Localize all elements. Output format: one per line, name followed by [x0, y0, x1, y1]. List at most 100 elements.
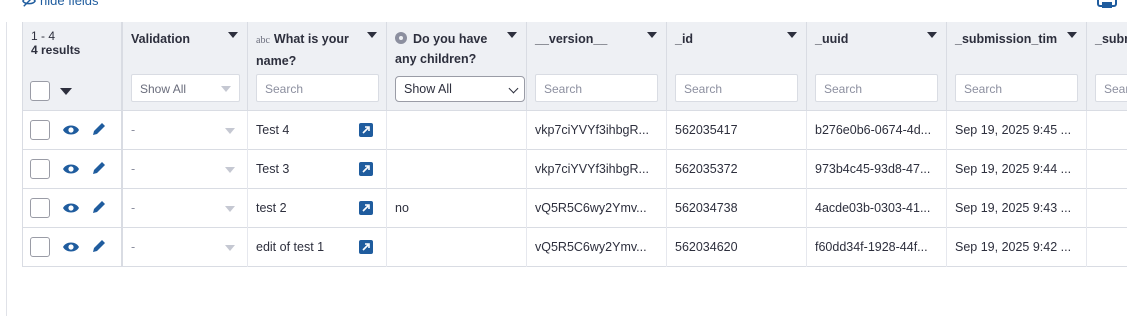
children-cell — [387, 111, 527, 150]
pencil-icon[interactable] — [91, 160, 107, 176]
open-link-icon[interactable] — [359, 201, 373, 215]
column-menu-chevron-down-icon[interactable] — [507, 32, 517, 38]
column-header-id[interactable]: _id Search — [667, 22, 807, 111]
children-cell — [387, 228, 527, 267]
radio-type-icon — [395, 32, 407, 44]
column-menu-chevron-down-icon[interactable] — [927, 32, 937, 38]
results-range: 1 - 4 — [31, 29, 56, 43]
row-checkbox[interactable] — [30, 237, 50, 257]
hide-fields-button[interactable]: hide fields — [22, 0, 99, 8]
children-cell: no — [387, 189, 527, 228]
open-link-icon[interactable] — [359, 162, 373, 176]
column-title-id: _id — [675, 32, 694, 46]
validation-cell[interactable]: - — [122, 228, 248, 267]
id-search-input[interactable]: Search — [675, 74, 798, 102]
bulk-actions-chevron-down-icon[interactable] — [60, 88, 72, 95]
chevron-down-icon — [225, 245, 235, 251]
chevron-down-icon — [508, 83, 519, 94]
toolbar: hide fields — [0, 0, 1127, 22]
version-search-input[interactable]: Search — [535, 74, 658, 102]
eye-icon[interactable] — [62, 240, 80, 254]
validation-filter-value: Show All — [140, 82, 187, 96]
version-cell: vQ5R5C6wy2Ymv... — [527, 189, 667, 228]
name-cell: edit of test 1 — [248, 228, 387, 267]
table-row: - edit of test 1 vQ5R5C6wy2Ymv... 562034… — [23, 228, 1127, 267]
row-checkbox[interactable] — [30, 120, 50, 140]
version-cell: vQ5R5C6wy2Ymv... — [527, 228, 667, 267]
chevron-down-icon — [225, 128, 235, 134]
open-link-icon[interactable] — [359, 240, 373, 254]
uuid-cell: 973b4c45-93d8-47... — [807, 150, 947, 189]
validation-filter-select[interactable]: Show All — [131, 74, 240, 102]
submission-time-search-input[interactable]: Search — [955, 74, 1078, 102]
validation-cell[interactable]: - — [122, 150, 248, 189]
eye-icon[interactable] — [62, 201, 80, 215]
column-header-children[interactable]: Do you have any children? Show All — [387, 22, 527, 111]
submitted-by-search-input[interactable]: Sear — [1095, 74, 1127, 102]
column-header-name[interactable]: abc What is your name? Search — [248, 22, 387, 111]
column-menu-chevron-down-icon[interactable] — [647, 32, 657, 38]
name-cell: Test 3 — [248, 150, 387, 189]
column-menu-chevron-down-icon[interactable] — [367, 32, 377, 38]
select-all-checkbox[interactable] — [30, 81, 50, 101]
chevron-down-icon — [221, 86, 231, 92]
name-cell: test 2 — [248, 189, 387, 228]
results-summary: 1 - 4 4 results — [31, 29, 80, 57]
uuid-cell: f60dd34f-1928-44f... — [807, 228, 947, 267]
submission-time-cell: Sep 19, 2025 9:44 ... — [947, 150, 1087, 189]
table-header: 1 - 4 4 results Validation Show All abc W… — [23, 22, 1127, 111]
print-icon[interactable] — [1096, 0, 1118, 8]
validation-cell[interactable]: - — [122, 189, 248, 228]
row-actions — [23, 228, 122, 267]
column-menu-chevron-down-icon[interactable] — [787, 32, 797, 38]
chevron-down-icon — [225, 206, 235, 212]
open-link-icon[interactable] — [359, 123, 373, 137]
uuid-search-input[interactable]: Search — [815, 74, 938, 102]
name-search-input[interactable]: Search — [256, 74, 379, 102]
children-cell — [387, 150, 527, 189]
pencil-icon[interactable] — [91, 238, 107, 254]
results-count: 4 results — [31, 43, 81, 57]
column-menu-chevron-down-icon[interactable] — [1067, 32, 1077, 38]
id-cell: 562034738 — [667, 189, 807, 228]
row-actions — [23, 111, 122, 150]
uuid-cell: 4acde03b-0303-41... — [807, 189, 947, 228]
row-actions — [23, 189, 122, 228]
column-title-name: abc What is your name? — [256, 32, 349, 68]
eye-icon[interactable] — [62, 162, 80, 176]
table-row: - Test 4 vkp7ciYVYf3ihbgR... 562035417 b… — [23, 111, 1127, 150]
row-checkbox[interactable] — [30, 159, 50, 179]
id-cell: 562035372 — [667, 150, 807, 189]
name-cell: Test 4 — [248, 111, 387, 150]
row-checkbox[interactable] — [30, 198, 50, 218]
uuid-cell: b276e0b6-0674-4d... — [807, 111, 947, 150]
validation-cell[interactable]: - — [122, 111, 248, 150]
column-header-submission-time[interactable]: _submission_tim Search — [947, 22, 1087, 111]
eye-slash-icon — [22, 0, 36, 7]
submission-time-cell: Sep 19, 2025 9:45 ... — [947, 111, 1087, 150]
table-row: - test 2 no vQ5R5C6wy2Ymv... 562034738 4… — [23, 189, 1127, 228]
eye-icon[interactable] — [62, 123, 80, 137]
column-title-validation: Validation — [131, 32, 191, 46]
children-filter-select[interactable]: Show All — [395, 76, 525, 102]
column-title-submission-time: _submission_tim — [955, 32, 1058, 46]
column-header-actions: 1 - 4 4 results — [23, 22, 122, 111]
children-filter-value: Show All — [404, 82, 452, 96]
pencil-icon[interactable] — [91, 199, 107, 215]
version-cell: vkp7ciYVYf3ihbgR... — [527, 150, 667, 189]
version-cell: vkp7ciYVYf3ihbgR... — [527, 111, 667, 150]
submission-time-cell: Sep 19, 2025 9:42 ... — [947, 228, 1087, 267]
data-table: 1 - 4 4 results Validation Show All abc W… — [22, 22, 1127, 267]
pencil-icon[interactable] — [91, 121, 107, 137]
column-menu-chevron-down-icon[interactable] — [228, 32, 238, 38]
column-title-submitted-by: _subm — [1095, 32, 1127, 46]
hide-fields-label: hide fields — [40, 0, 99, 8]
column-header-submitted-by[interactable]: _subm Sear — [1087, 22, 1127, 111]
column-header-version[interactable]: __version__ Search — [527, 22, 667, 111]
column-header-uuid[interactable]: _uuid Search — [807, 22, 947, 111]
submission-time-cell: Sep 19, 2025 9:43 ... — [947, 189, 1087, 228]
column-header-validation[interactable]: Validation Show All — [122, 22, 248, 111]
id-cell: 562035417 — [667, 111, 807, 150]
id-cell: 562034620 — [667, 228, 807, 267]
chevron-down-icon — [225, 167, 235, 173]
